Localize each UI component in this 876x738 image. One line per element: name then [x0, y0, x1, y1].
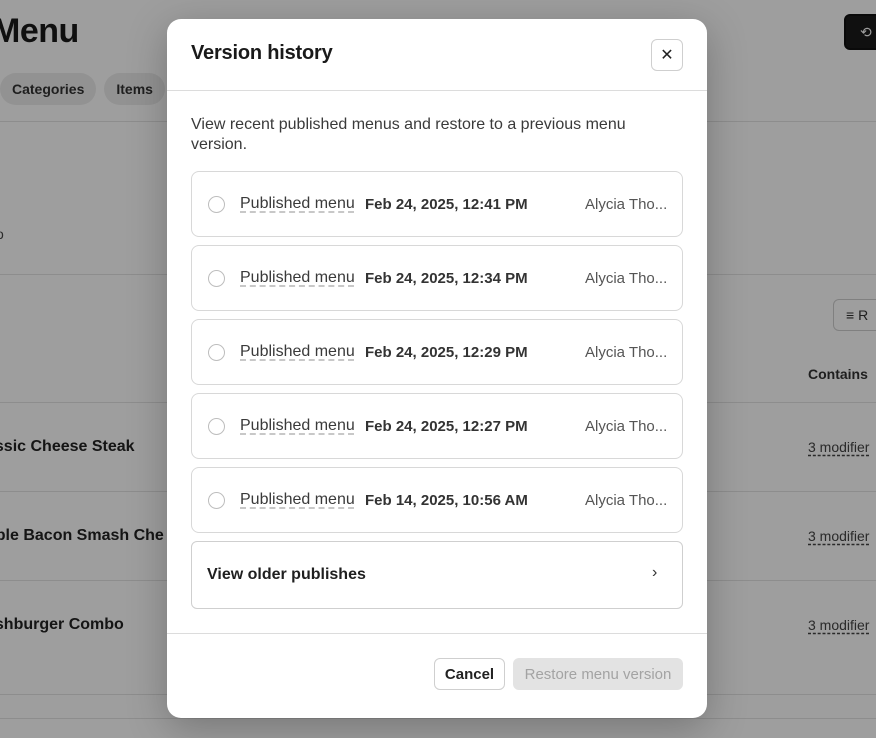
view-older-publishes-button[interactable]: View older publishes ›	[191, 541, 683, 609]
version-author: Alycia Tho...	[585, 418, 668, 435]
version-option[interactable]: Published menu Feb 24, 2025, 12:27 PM Al…	[191, 393, 683, 459]
version-author: Alycia Tho...	[585, 196, 668, 213]
version-date: Feb 14, 2025, 10:56 AM	[365, 492, 528, 509]
version-label: Published menu	[240, 269, 355, 286]
chevron-right-icon: ›	[652, 564, 658, 581]
close-button[interactable]: ✕	[651, 39, 683, 71]
version-date: Feb 24, 2025, 12:29 PM	[365, 344, 528, 361]
version-date: Feb 24, 2025, 12:41 PM	[365, 196, 528, 213]
version-history-dialog: Version history ✕ View recent published …	[167, 19, 707, 718]
version-option[interactable]: Published menu Feb 24, 2025, 12:29 PM Al…	[191, 319, 683, 385]
version-option[interactable]: Published menu Feb 14, 2025, 10:56 AM Al…	[191, 467, 683, 533]
version-label: Published menu	[240, 195, 355, 212]
version-date: Feb 24, 2025, 12:34 PM	[365, 270, 528, 287]
dialog-description: View recent published menus and restore …	[191, 116, 626, 153]
version-radio[interactable]	[208, 270, 225, 287]
version-label: Published menu	[240, 491, 355, 508]
version-author: Alycia Tho...	[585, 270, 668, 287]
version-radio[interactable]	[208, 344, 225, 361]
version-option[interactable]: Published menu Feb 24, 2025, 12:34 PM Al…	[191, 245, 683, 311]
version-list: Published menu Feb 24, 2025, 12:41 PM Al…	[191, 171, 683, 609]
restore-menu-version-button[interactable]: Restore menu version	[513, 658, 683, 690]
version-date: Feb 24, 2025, 12:27 PM	[365, 418, 528, 435]
view-older-label: View older publishes	[207, 566, 366, 583]
cancel-button[interactable]: Cancel	[434, 658, 505, 690]
version-author: Alycia Tho...	[585, 344, 668, 361]
version-option[interactable]: Published menu Feb 24, 2025, 12:41 PM Al…	[191, 171, 683, 237]
version-label: Published menu	[240, 417, 355, 434]
close-icon: ✕	[660, 47, 674, 64]
version-radio[interactable]	[208, 196, 225, 213]
version-radio[interactable]	[208, 418, 225, 435]
dialog-footer: Cancel Restore menu version	[167, 633, 707, 718]
version-radio[interactable]	[208, 492, 225, 509]
version-author: Alycia Tho...	[585, 492, 668, 509]
dialog-title: Version history	[191, 42, 333, 64]
version-label: Published menu	[240, 343, 355, 360]
dialog-header: Version history ✕	[167, 19, 707, 91]
